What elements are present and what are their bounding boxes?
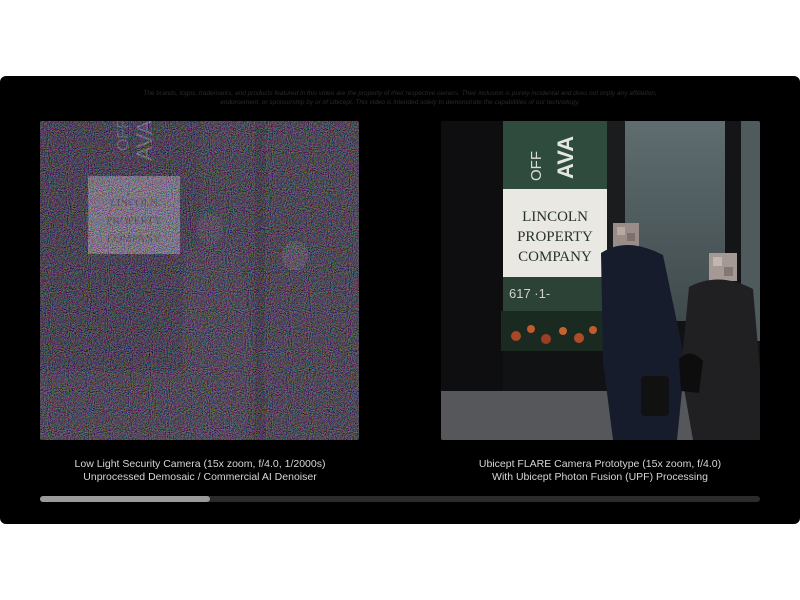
video-player[interactable]: The brands, logos, trademarks, and produ… [0,76,800,524]
left-caption: Low Light Security Camera (15x zoom, f/4… [20,458,380,484]
right-video-frame: OFF AVA LINCOLN PROPERTY COMPANY 617 ·1- [441,121,760,440]
right-caption-line2: With Ubicept Photon Fusion (UPF) Process… [492,471,708,483]
right-sign-line2: PROPERTY [517,229,593,245]
right-caption: Ubicept FLARE Camera Prototype (15x zoom… [420,458,780,484]
right-sign-line3: COMPANY [518,249,592,265]
video-progress-fill [40,496,210,502]
left-video-frame: LINCOLN PROPERTY COMPANY OFF AVA [40,121,359,440]
right-sign-line1: LINCOLN [522,209,588,225]
right-sign-top-a: OFF [528,151,545,181]
right-sign-top-b: AVA [553,136,578,179]
left-caption-line1: Low Light Security Camera (15x zoom, f/4… [74,458,326,470]
disclaimer-text: The brands, logos, trademarks, and produ… [143,90,657,106]
video-progress-bar[interactable] [40,496,760,502]
right-sign-phone: 617 ·1- [509,286,550,301]
left-caption-line2: Unprocessed Demosaic / Commercial AI Den… [83,471,317,483]
right-caption-line1: Ubicept FLARE Camera Prototype (15x zoom… [478,458,722,470]
